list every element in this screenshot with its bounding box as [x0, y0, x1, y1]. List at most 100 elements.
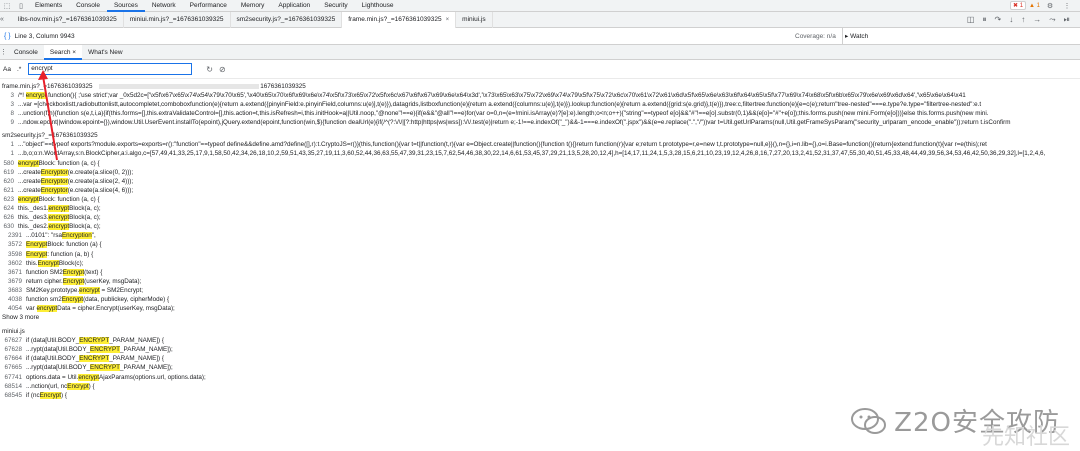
file-tab-libs[interactable]: libs-nov.min.js?_=1676361039325 [12, 11, 124, 28]
error-count-badge[interactable]: ✖ 1 [1010, 1, 1027, 10]
tab-network[interactable]: Network [145, 0, 183, 12]
result-line[interactable]: 3602 this.EncryptBlock(c); [0, 259, 1080, 268]
result-line[interactable]: 68514 ...nction(url, ncEncrypt) { [0, 382, 1080, 391]
step-over-icon[interactable]: ↷ [994, 15, 1001, 24]
match-context-after: : function (a, b) { [47, 250, 94, 258]
pretty-print-button[interactable]: { } [0, 33, 15, 40]
result-line[interactable]: 623 encryptBlock: function (a, c) { [0, 195, 1080, 204]
result-line[interactable]: 67664 if (data[Util.BODY_ENCRYPT_PARAM_NA… [0, 354, 1080, 363]
warning-count-badge[interactable]: ▲ 1 [1029, 3, 1040, 9]
file-tab-frame[interactable]: frame.min.js?_=1676361039325 × [342, 11, 457, 28]
match-context-after: (userKey, msgData); [84, 277, 142, 285]
result-line[interactable]: 3572 EncryptBlock: function (a) { [0, 240, 1080, 249]
line-number: 9 [10, 119, 14, 127]
tab-performance[interactable]: Performance [183, 0, 234, 12]
match-context-before: ...create [18, 186, 41, 194]
deactivate-breakpoints-icon[interactable]: ⤳ [1049, 15, 1055, 25]
source-file-tabs: « libs-nov.min.js?_=1676361039325 miniui… [0, 11, 1080, 28]
tab-console[interactable]: Console [69, 0, 107, 12]
line-number: 3679 [7, 277, 22, 285]
step-out-icon[interactable]: ↑ [1021, 15, 1025, 24]
close-tab-icon[interactable]: × [446, 12, 450, 28]
sidebar-toggle-icon[interactable]: ◫ [967, 15, 975, 24]
result-line[interactable]: 3671 function SM2Encrypt(text) { [0, 268, 1080, 277]
result-file-header[interactable]: sm2security.js?_=1676361039325 [0, 131, 1080, 140]
result-line[interactable]: 630 this._des2.encryptBlock(a, c); [0, 222, 1080, 231]
result-file-header[interactable]: miniui.js [0, 327, 1080, 336]
tab-lighthouse[interactable]: Lighthouse [355, 0, 401, 12]
result-line[interactable]: 1 ...b,o;o:n.WordArray,s:n.BlockCipher,a:… [0, 149, 1080, 158]
result-line[interactable]: 4054 var encryptData = cipher.Encrypt(use… [0, 304, 1080, 313]
file-tab-sm2security[interactable]: sm2security.js?_=1676361039325 [231, 11, 343, 28]
tab-application[interactable]: Application [271, 0, 317, 12]
match-context-before: ...unction(f,h){function s(e,t,i,a){if(t… [18, 110, 989, 118]
line-number: 3 [10, 92, 14, 99]
result-file-suffix: 1676361039325 [260, 83, 306, 90]
show-more-button[interactable]: Show 3 more [0, 313, 1080, 323]
result-line[interactable]: 2391 ...0101": "rsaEncryption", [0, 231, 1080, 240]
result-line[interactable]: 621 ...createEncryptor(e.create(a.slice(4… [0, 186, 1080, 195]
match-highlight: encrypt [18, 195, 39, 203]
result-group-miniui: 67627 if (data[Util.BODY_ENCRYPT_PARAM_NA… [0, 336, 1080, 400]
match-case-toggle[interactable]: Aa [0, 66, 14, 73]
result-line[interactable]: 67627 if (data[Util.BODY_ENCRYPT_PARAM_NA… [0, 336, 1080, 345]
pause-on-exceptions-icon[interactable]: ⏯ [1064, 15, 1070, 25]
device-toolbar-icon[interactable]: ▯ [14, 0, 28, 12]
result-line[interactable]: 67665 ...rypt(data[Util.BODY_ENCRYPT_PARA… [0, 363, 1080, 372]
regex-toggle[interactable]: .* [14, 66, 24, 73]
close-drawer-tab-icon[interactable]: × [72, 49, 76, 56]
result-line[interactable]: 67741 options.data = Util.encryptAjaxPara… [0, 373, 1080, 382]
tab-sources[interactable]: Sources [106, 0, 145, 12]
match-highlight: ENCRYPT [90, 364, 121, 372]
drawer-tab-whats-new[interactable]: What's New [82, 45, 128, 60]
match-context-before: this._des3. [18, 214, 49, 222]
match-highlight: encrypt [48, 223, 70, 231]
settings-gear-icon[interactable]: ⚙ [1043, 0, 1057, 12]
clear-icon[interactable]: ⊘ [219, 65, 226, 74]
step-icon[interactable]: → [1033, 15, 1041, 24]
result-line[interactable]: 626 this._des3.encryptBlock(a, c); [0, 213, 1080, 222]
tab-security[interactable]: Security [317, 0, 354, 12]
match-context-after: Block(c); [58, 259, 84, 267]
watch-section[interactable]: ▸ Watch [845, 32, 868, 40]
result-line[interactable]: 67628 ...rypt(data[Util.BODY_ENCRYPT_PARA… [0, 345, 1080, 354]
tab-elements[interactable]: Elements [28, 0, 69, 12]
drawer-tab-search[interactable]: Search × [43, 44, 83, 60]
result-line[interactable]: 3 ...var =[checkboxlistt,radiobuttonlistt… [0, 100, 1080, 109]
tab-memory[interactable]: Memory [234, 0, 271, 12]
match-context-before: if (data[Util.BODY_ [26, 337, 80, 345]
result-line[interactable]: 3598 Encrypt: function (a, b) { [0, 250, 1080, 259]
file-tab-miniui-min[interactable]: miniui.min.js?_=1676361039325 [124, 11, 231, 28]
match-highlight: ENCRYPT [79, 355, 110, 363]
result-line[interactable]: 624 this._des1.encryptBlock(a, c); [0, 204, 1080, 213]
file-tab-miniui[interactable]: miniui.js [456, 11, 493, 28]
panel-divider[interactable] [842, 28, 843, 45]
result-line[interactable]: 620 ...createEncryptor(e.create(a.slice(2… [0, 177, 1080, 186]
inspect-element-icon[interactable]: ⬚ [0, 0, 14, 12]
pause-icon[interactable]: ⏸ [982, 15, 986, 25]
drawer-tab-console[interactable]: Console [8, 45, 44, 60]
match-highlight: Encryptor [40, 168, 68, 176]
drawer-menu-icon[interactable]: ⋮ [0, 48, 8, 56]
result-line[interactable]: 3 /*! encrypt function(){ ;'use strict';v… [0, 91, 1080, 100]
result-line[interactable]: 3679 return cipher.Encrypt(userKey, msgDa… [0, 277, 1080, 286]
result-line[interactable]: 9 ...ndow.epoint||window.epoint={}),windo… [0, 118, 1080, 127]
editor-status-bar: { } Line 3, Column 9943 Coverage: n/a ▸ … [0, 28, 1080, 45]
search-results: frame.min.js?_=1676361039325 16763610393… [0, 82, 1080, 451]
result-line[interactable]: 68545 if (ncEncrypt) { [0, 391, 1080, 400]
result-line[interactable]: 4038 function sm2Encrypt(data, publickey,… [0, 295, 1080, 304]
match-highlight: Encryption [61, 232, 92, 240]
refresh-icon[interactable]: ↻ [206, 65, 213, 74]
navigator-toggle-icon[interactable]: « [0, 16, 12, 23]
result-line[interactable]: 1 ..."object"==typeof exports?module.expo… [0, 140, 1080, 149]
step-into-icon[interactable]: ↓ [1009, 15, 1013, 24]
more-menu-icon[interactable]: ⋮ [1060, 0, 1074, 12]
line-number: 1 [10, 141, 14, 149]
result-line[interactable]: 3683 SM2Key.prototype.encrypt = SM2Encryp… [0, 286, 1080, 295]
result-line[interactable]: 619 ...createEncryptor(e.create(a.slice(0… [0, 168, 1080, 177]
search-input[interactable]: encrypt [28, 63, 193, 75]
result-line[interactable]: 580 encryptBlock: function (a, c) { [0, 159, 1080, 168]
result-line[interactable]: 8 ...unction(f,h){function s(e,t,i,a){if(… [0, 109, 1080, 118]
match-context-before: SM2Key.prototype. [26, 286, 80, 294]
result-file-header[interactable]: frame.min.js?_=1676361039325 16763610393… [0, 82, 1080, 91]
